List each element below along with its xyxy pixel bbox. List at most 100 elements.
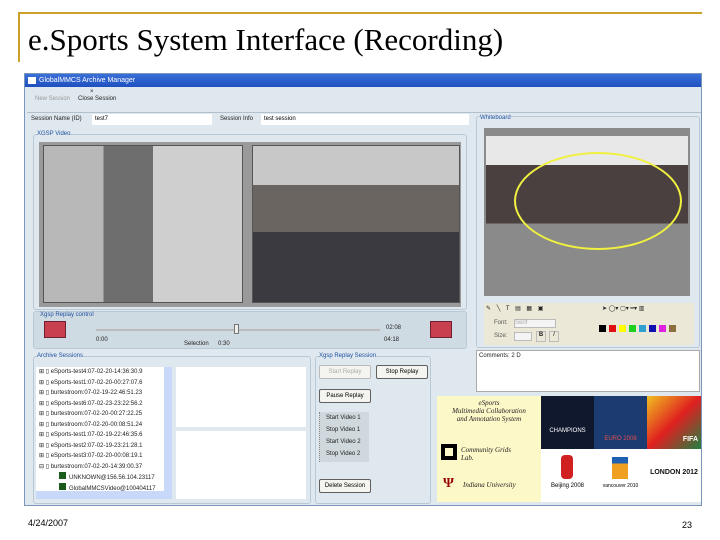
selection-label: Selection — [184, 341, 209, 347]
video-control-item[interactable]: Start Video 1 — [326, 415, 361, 421]
whiteboard-toolbar: ✎ ╲ T ▤ ▦ ▣ ➤ ◯▾ ▢▾ ━▾ ▥ Font: Serif Siz… — [484, 303, 694, 345]
color-swatch[interactable] — [659, 325, 666, 332]
close-session-button[interactable]: Close Session — [78, 96, 116, 102]
drawing-tools[interactable]: ✎ ╲ T ▤ ▦ ▣ — [486, 305, 545, 312]
session-info-input[interactable]: test session — [261, 114, 469, 125]
expand-icon[interactable]: ⊞ — [39, 453, 44, 459]
expand-icon[interactable]: ⊞ — [39, 380, 44, 386]
cgl-text: Community Grids Lab. — [461, 446, 511, 462]
bold-button[interactable]: B — [536, 331, 546, 342]
expand-icon[interactable]: ⊞ — [39, 432, 44, 438]
session-name-label: Session Name (ID) — [31, 116, 82, 122]
session-name-input[interactable]: test7 — [92, 114, 212, 125]
document-icon: ▯ — [45, 369, 50, 375]
xgsp-video-panel: XGSP Video — [33, 131, 467, 310]
euro-2008-logo: EURO 2008 — [594, 396, 647, 449]
beijing-2008-logo: Beijing 2008 — [541, 449, 594, 502]
xgsp-video-label: XGSP Video — [37, 131, 71, 137]
session-info-label: Session Info — [220, 116, 254, 122]
archive-sessions-panel: Archive Sessions ⊞ ▯ eSports-test4:07-02… — [33, 353, 311, 504]
session-tree-item[interactable]: ⊞ ▯ burtestroom:07-02-19-22:46:51.23 — [39, 388, 172, 399]
logos-banner: eSports Multimedia Collaboration and Ann… — [437, 396, 701, 502]
new-session-button[interactable]: New Session — [35, 96, 70, 102]
document-icon: ▯ — [45, 400, 50, 407]
divider — [27, 112, 701, 113]
replay-control-label: Xgsp Replay control — [40, 312, 94, 318]
session-details-top — [176, 367, 306, 427]
video-stream-icon — [59, 472, 66, 479]
italic-button[interactable]: I — [549, 331, 559, 342]
color-palette[interactable] — [599, 319, 679, 337]
archive-sessions-label: Archive Sessions — [37, 353, 84, 359]
iu-icon: Ψ — [443, 476, 454, 491]
tree-hscrollbar[interactable] — [36, 491, 172, 499]
replay-session-panel: Xgsp Replay Session Start Replay Stop Re… — [315, 353, 431, 504]
replay-current-time: 02:08 — [386, 325, 402, 331]
expand-icon[interactable]: ⊞ — [39, 411, 44, 417]
session-tree-item[interactable]: ⊞ ▯ eSports-test4:07-02-20-14:36:30.9 — [39, 367, 172, 378]
session-tree-item[interactable]: ⊞ ▯ eSports-test1:07-02-19-22:46:35.6 — [39, 430, 172, 441]
tree-scrollbar[interactable] — [164, 367, 172, 491]
whiteboard-panel: Whiteboard ✎ ╲ T ▤ ▦ ▣ ➤ ◯▾ ▢▾ ━▾ ▥ Font… — [476, 115, 700, 348]
session-tree-item[interactable]: ⊞ ▯ eSports-test6:07-02-23-23:22:56.2 — [39, 399, 172, 410]
expand-icon[interactable]: ⊞ — [39, 443, 44, 449]
session-tree-item[interactable]: ⊞ ▯ burtestroom:07-02-20-00:08:51.24 — [39, 420, 172, 431]
size-select[interactable] — [514, 332, 532, 341]
video-feed-1 — [43, 145, 243, 303]
font-label: Font: — [494, 320, 508, 326]
slide-number: 23 — [682, 520, 693, 530]
color-swatch[interactable] — [639, 325, 646, 332]
delete-session-button[interactable]: Delete Session — [319, 479, 371, 493]
color-swatch[interactable] — [649, 325, 656, 332]
vancouver-2010-logo: vancouver 2010 — [594, 449, 647, 502]
whiteboard-canvas[interactable] — [484, 128, 690, 296]
video-control-item[interactable]: Stop Video 1 — [326, 427, 360, 433]
video-control-item[interactable]: Stop Video 2 — [326, 451, 360, 457]
size-label: Size: — [494, 333, 508, 339]
color-swatch[interactable] — [629, 325, 636, 332]
pause-replay-button[interactable]: Pause Replay — [319, 389, 371, 403]
color-swatch[interactable] — [669, 325, 676, 332]
document-icon: ▯ — [45, 453, 50, 459]
font-select[interactable]: Serif — [514, 319, 556, 328]
session-stream-item[interactable]: GlobalMMCSVideo@100404117 — [39, 482, 172, 491]
session-tree-item[interactable]: ⊞ ▯ burtestroom:07-02-20-00:27:22.25 — [39, 409, 172, 420]
archive-manager-window: GlobalMMCS Archive Manager New Session C… — [24, 73, 702, 506]
video-controls: Start Video 1 Stop Video 1 Start Video 2 St… — [319, 412, 369, 462]
video-feed-2 — [252, 145, 460, 303]
shape-tools[interactable]: ➤ ◯▾ ▢▾ ━▾ ▥ — [602, 305, 644, 312]
selection-value: 0:30 — [218, 341, 230, 347]
session-tree-item[interactable]: ⊟ ▯ burtestroom:07-02-20-14:39:00.37 — [39, 462, 172, 473]
expand-icon[interactable]: ⊞ — [39, 369, 44, 375]
expand-icon[interactable]: ⊞ — [39, 401, 44, 407]
document-icon: ▯ — [45, 432, 50, 438]
expand-icon[interactable]: ⊞ — [39, 422, 44, 428]
replay-start-time: 0:00 — [96, 337, 108, 343]
comments-text: Comments: 2 D — [479, 353, 521, 359]
camera-left-icon[interactable] — [44, 321, 66, 338]
session-tree-item[interactable]: ⊞ ▯ eSports-test2:07-02-19-23:21:28.1 — [39, 441, 172, 452]
color-swatch[interactable] — [599, 325, 606, 332]
camera-right-icon[interactable] — [430, 321, 452, 338]
document-icon: ▯ — [45, 390, 50, 396]
expand-icon[interactable]: ⊟ — [39, 464, 44, 470]
archive-sessions-tree[interactable]: ⊞ ▯ eSports-test4:07-02-20-14:36:30.9 ⊞ ▯… — [36, 367, 172, 491]
close-icon: × — [90, 89, 94, 95]
replay-slider-thumb[interactable] — [233, 324, 239, 334]
color-swatch[interactable] — [619, 325, 626, 332]
window-titlebar: GlobalMMCS Archive Manager — [25, 74, 701, 87]
slide-title: e.Sports System Interface (Recording) — [28, 22, 504, 57]
session-tree-item[interactable]: ⊞ ▯ eSports-test3:07-02-20-00:08:19.1 — [39, 451, 172, 462]
session-stream-item[interactable]: UNKNOWN@156.56.104.23117 — [39, 472, 172, 483]
document-icon: ▯ — [45, 421, 50, 428]
expand-icon[interactable]: ⊞ — [39, 390, 44, 396]
session-tree-item[interactable]: ⊞ ▯ eSports-test1:07-02-20-00:27:07.6 — [39, 378, 172, 389]
comments-textarea[interactable]: Comments: 2 D — [476, 350, 700, 392]
color-swatch[interactable] — [609, 325, 616, 332]
stop-replay-button[interactable]: Stop Replay — [376, 365, 428, 379]
document-icon: ▯ — [45, 463, 50, 470]
start-replay-button[interactable]: Start Replay — [319, 365, 371, 379]
video-control-item[interactable]: Start Video 2 — [326, 439, 361, 445]
replay-session-label: Xgsp Replay Session — [319, 353, 377, 359]
iu-text: Indiana University — [463, 481, 516, 489]
